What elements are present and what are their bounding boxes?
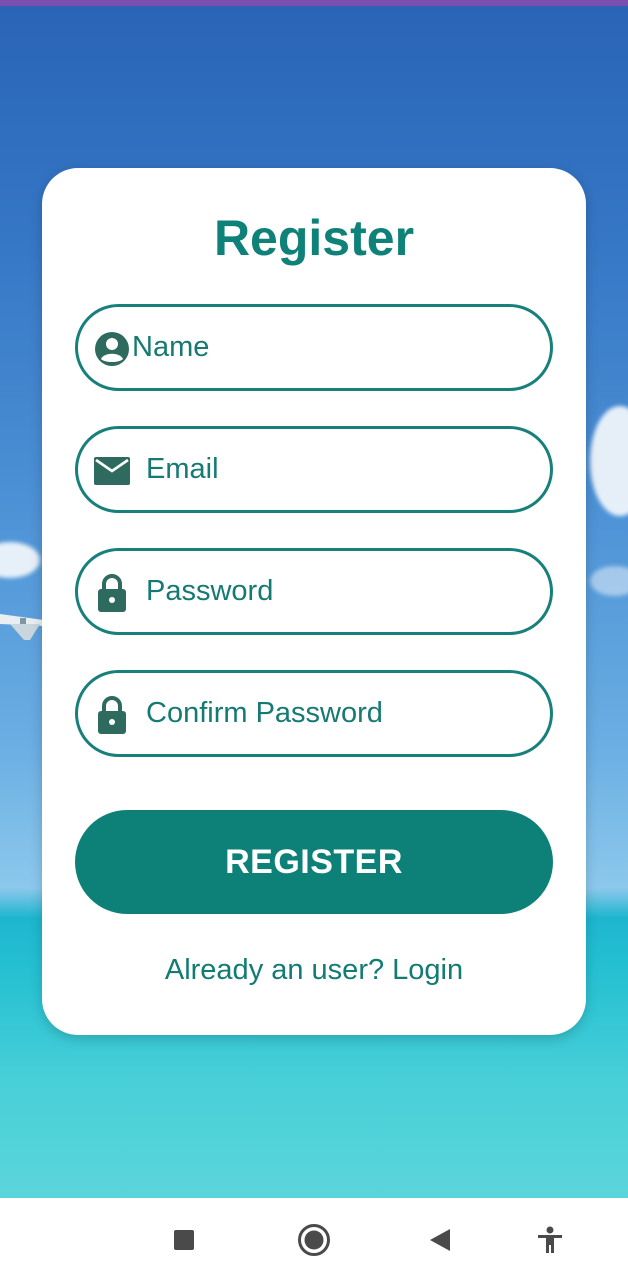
name-field[interactable]: Name: [75, 304, 553, 391]
envelope-icon: [94, 453, 130, 489]
confirm-password-field[interactable]: Confirm Password: [75, 670, 553, 757]
email-placeholder: Email: [146, 453, 219, 485]
name-placeholder: Name: [132, 331, 210, 363]
lock-icon: [94, 696, 130, 734]
accessibility-icon[interactable]: [528, 1218, 572, 1262]
password-field[interactable]: Password: [75, 548, 553, 635]
confirm-password-placeholder: Confirm Password: [146, 697, 383, 729]
password-placeholder: Password: [146, 575, 274, 607]
email-field[interactable]: Email: [75, 426, 553, 513]
recents-square-icon[interactable]: [162, 1218, 206, 1262]
home-circle-icon[interactable]: [292, 1218, 336, 1262]
lock-icon: [94, 574, 130, 612]
page-title: Register: [213, 210, 415, 266]
airplane-image: [0, 614, 44, 640]
login-link[interactable]: Already an user? Login: [0, 950, 628, 990]
cloud: [590, 566, 628, 596]
cloud: [590, 406, 628, 516]
cloud: [0, 542, 40, 578]
person-icon: [94, 331, 130, 367]
system-nav-bar: [0, 1198, 628, 1280]
back-triangle-icon[interactable]: [418, 1218, 462, 1262]
register-button[interactable]: REGISTER: [75, 810, 553, 914]
